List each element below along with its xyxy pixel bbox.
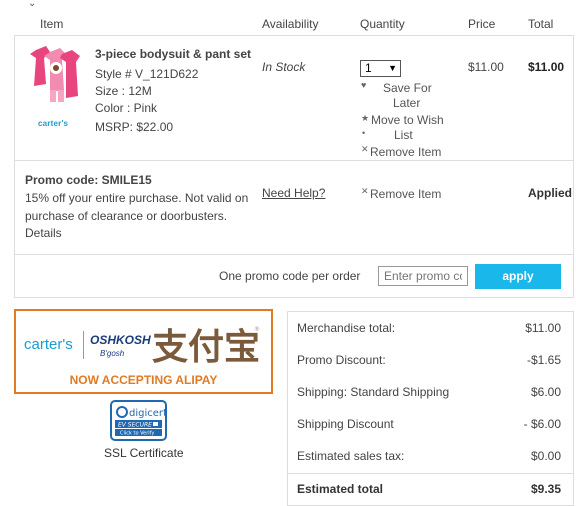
heart-icon[interactable]: ♥ [361,80,366,90]
quantity-select[interactable]: 1 ▼ [360,60,401,77]
brand-logo: carter's [38,119,69,128]
summary-row-value: -$1.65 [526,353,561,367]
summary-row-label: Shipping Discount [297,417,394,431]
column-header-availability: Availability [262,17,319,31]
move-to-wish-list-link-line1[interactable]: Move to Wish [371,113,444,127]
banner-oshkosh-logo: OSHKOSH [90,333,151,347]
summary-row-value: $11.00 [525,321,561,335]
remove-item-link[interactable]: Remove Item [370,145,441,159]
banner-tagline: NOW ACCEPTING ALIPAY [69,373,218,387]
promo-code-input[interactable] [378,266,468,286]
column-header-total: Total [528,17,554,31]
promo-status: Applied [528,186,572,200]
promo-code-title: Promo code: SMILE15 [25,173,152,187]
digicert-name: digicert [129,408,165,419]
remove-promo-link[interactable]: Remove Item [370,187,441,201]
digicert-ev: EV SECURE [118,422,152,429]
summary-row-label: Promo Discount: [297,353,386,367]
save-for-later-link-line1[interactable]: Save For [383,81,432,95]
product-color: Color : Pink [95,101,158,115]
column-header-price: Price [468,17,496,31]
summary-row-value: $6.00 [530,385,561,399]
alipay-logo: 支付宝 ® [152,326,260,368]
product-title[interactable]: 3-piece bodysuit & pant set [95,47,251,61]
estimated-total-value: $9.35 [530,482,561,496]
svg-text:®: ® [254,326,260,333]
dropdown-arrow-icon: ▼ [388,63,397,73]
promo-details-link[interactable]: Details [25,226,62,240]
promo-note: One promo code per order [219,269,361,283]
close-icon[interactable]: ✕ [361,186,369,197]
svg-text:支付宝: 支付宝 [152,327,260,368]
banner-carters-logo: carter's [24,336,73,353]
save-for-later-link-line2[interactable]: Later [393,96,420,110]
need-help-link[interactable]: Need Help? [262,186,325,200]
summary-row-label: Estimated sales tax: [297,449,405,463]
summary-row-label: Shipping: Standard Shipping [297,385,450,399]
ssl-certificate-label: SSL Certificate [104,446,184,460]
alipay-banner[interactable]: carter's OSHKOSH B'gosh 支付宝 ® NOW ACCEPT… [14,309,273,394]
item-total: $11.00 [528,60,565,74]
digicert-icon [116,406,128,418]
summary-row-label: Merchandise total: [297,321,396,335]
item-price: $11.00 [468,60,504,74]
column-header-item: Item [40,17,64,31]
move-to-wish-list-link-line2[interactable]: List [394,128,413,142]
product-msrp: MSRP: $22.00 [95,120,174,134]
banner-bgosh-logo: B'gosh [100,349,125,358]
product-size: Size : 12M [95,84,152,98]
chevron-down-icon[interactable]: ⌄ [28,0,36,9]
availability-status: In Stock [262,60,306,74]
banner-divider [83,331,84,359]
summary-row-value: $0.00 [530,449,561,463]
summary-divider [288,473,573,474]
digicert-seal[interactable]: digicert EV SECURE Click to Verify [110,400,167,441]
promo-description: 15% off your entire purchase. Not valid … [25,191,249,223]
dot-icon: • [362,128,366,138]
order-summary [287,311,574,506]
star-icon[interactable]: ★ [361,113,369,124]
digicert-verify: Click to Verify [120,431,154,437]
column-header-quantity: Quantity [360,17,405,31]
quantity-value: 1 [365,61,372,75]
estimated-total-label: Estimated total [297,482,384,496]
product-style: Style # V_121D622 [95,67,199,81]
close-icon[interactable]: ✕ [361,144,369,155]
product-image[interactable] [28,44,84,104]
summary-row-value: - $6.00 [523,417,561,431]
apply-button[interactable]: apply [475,264,561,289]
